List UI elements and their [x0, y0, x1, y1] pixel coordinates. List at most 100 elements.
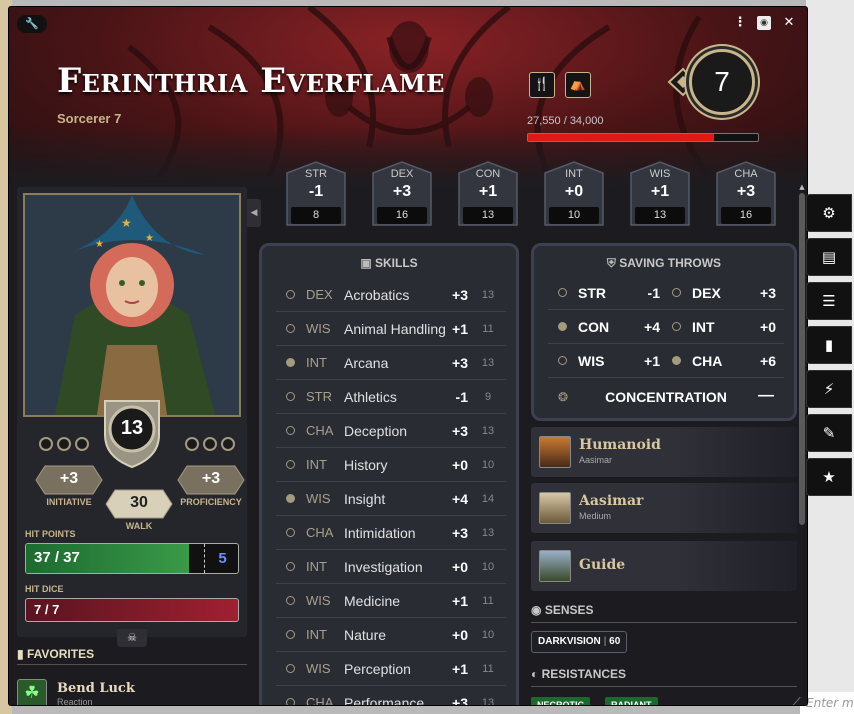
- hit-dice-bar[interactable]: 7 / 7: [25, 598, 239, 622]
- skill-ability[interactable]: CHA: [306, 695, 333, 705]
- proficiency-dot[interactable]: [286, 596, 295, 605]
- trait-card-aasimar[interactable]: Aasimar Medium: [531, 483, 797, 533]
- hit-points-bar[interactable]: 37 / 37 5: [25, 543, 239, 574]
- saving-throw-cha[interactable]: CHA: [692, 353, 722, 369]
- skill-row[interactable]: CHA Performance +3 13: [276, 686, 506, 705]
- character-portrait[interactable]: ★ ★ ★: [23, 193, 241, 417]
- walk-speed-badge[interactable]: 30: [105, 489, 173, 519]
- ability-dex[interactable]: DEX +3 16: [371, 161, 433, 227]
- skill-ability[interactable]: INT: [306, 355, 327, 370]
- skill-name[interactable]: Perception: [344, 661, 411, 677]
- ability-wis[interactable]: WIS +1 13: [629, 161, 691, 227]
- ability-str[interactable]: STR -1 8: [285, 161, 347, 227]
- menu-icon[interactable]: ⋮: [733, 16, 747, 30]
- skill-ability[interactable]: INT: [306, 627, 327, 642]
- proficiency-dot[interactable]: [286, 494, 295, 503]
- proficiency-dot[interactable]: [286, 392, 295, 401]
- scroll-up-icon[interactable]: ▲: [798, 183, 806, 191]
- proficiency-dot[interactable]: [286, 664, 295, 673]
- skill-row[interactable]: WIS Perception +1 11: [276, 652, 506, 686]
- proficiency-dot[interactable]: [672, 288, 681, 297]
- proficiency-dot[interactable]: [286, 630, 295, 639]
- wrench-icon[interactable]: 🔧: [17, 15, 47, 33]
- proficiency-dot[interactable]: [558, 322, 567, 331]
- skill-row[interactable]: INT Nature +0 10: [276, 618, 506, 652]
- fork-knife-icon[interactable]: 🍴: [529, 72, 555, 98]
- armor-class-badge[interactable]: 13: [101, 397, 163, 469]
- saving-throw-int[interactable]: INT: [692, 319, 715, 335]
- skill-row[interactable]: INT History +0 10: [276, 448, 506, 482]
- skill-row[interactable]: CHA Deception +3 13: [276, 414, 506, 448]
- resistance-chip[interactable]: RADIANT: [605, 697, 658, 705]
- skill-name[interactable]: History: [344, 457, 388, 473]
- death-save-failure[interactable]: [75, 437, 89, 451]
- skull-icon[interactable]: ☠: [117, 629, 147, 647]
- concentration-row[interactable]: ❂ CONCENTRATION —: [548, 382, 784, 412]
- death-save-success[interactable]: [203, 437, 217, 451]
- skill-name[interactable]: Deception: [344, 423, 407, 439]
- tab-settings[interactable]: ⚙: [806, 194, 852, 232]
- collapse-sidebar-button[interactable]: ◀: [247, 199, 261, 227]
- character-name[interactable]: Ferinthria Everflame: [57, 61, 445, 101]
- death-save-success[interactable]: [221, 437, 235, 451]
- proficiency-badge[interactable]: +3: [177, 465, 245, 495]
- trait-card-guide[interactable]: Guide: [531, 541, 797, 591]
- saving-throw-dex[interactable]: DEX: [692, 285, 721, 301]
- proficiency-dot[interactable]: [286, 324, 295, 333]
- saving-throw-str[interactable]: STR: [578, 285, 606, 301]
- resize-handle-icon[interactable]: ⟋: [793, 695, 807, 705]
- chat-input[interactable]: Enter m: [800, 692, 854, 714]
- tab-effects[interactable]: ⚡: [806, 370, 852, 408]
- temp-hit-points[interactable]: 5: [204, 544, 238, 573]
- skill-row[interactable]: WIS Animal Handling +1 11: [276, 312, 506, 346]
- skill-ability[interactable]: WIS: [306, 491, 331, 506]
- favorite-item[interactable]: ☘ Bend Luck Reaction: [17, 677, 247, 705]
- skill-row[interactable]: DEX Acrobatics +3 13: [276, 278, 506, 312]
- proficiency-dot[interactable]: [286, 562, 295, 571]
- skill-ability[interactable]: WIS: [306, 661, 331, 676]
- skill-row[interactable]: CHA Intimidation +3 13: [276, 516, 506, 550]
- skill-ability[interactable]: CHA: [306, 525, 333, 540]
- skill-ability[interactable]: INT: [306, 559, 327, 574]
- skill-ability[interactable]: STR: [306, 389, 332, 404]
- sense-chip[interactable]: DARKVISION | 60: [531, 631, 628, 653]
- ability-int[interactable]: INT +0 10: [543, 161, 605, 227]
- skill-name[interactable]: Intimidation: [344, 525, 416, 541]
- tab-biography[interactable]: ✎: [806, 414, 852, 452]
- initiative-badge[interactable]: +3: [35, 465, 103, 495]
- skill-name[interactable]: Acrobatics: [344, 287, 409, 303]
- close-button[interactable]: ✕: [782, 16, 796, 30]
- tent-icon[interactable]: ⛺: [565, 72, 591, 98]
- skill-name[interactable]: Insight: [344, 491, 385, 507]
- level-badge[interactable]: 7: [665, 47, 761, 119]
- proficiency-dot[interactable]: [286, 290, 295, 299]
- saving-throw-wis[interactable]: WIS: [578, 353, 604, 369]
- skill-row[interactable]: STR Athletics -1 9: [276, 380, 506, 414]
- skill-ability[interactable]: WIS: [306, 593, 331, 608]
- tab-inventory[interactable]: ▤: [806, 238, 852, 276]
- saving-throw-con[interactable]: CON: [578, 319, 609, 335]
- death-save-failure[interactable]: [57, 437, 71, 451]
- skill-ability[interactable]: CHA: [306, 423, 333, 438]
- skill-ability[interactable]: WIS: [306, 321, 331, 336]
- trait-card-humanoid[interactable]: Humanoid Aasimar: [531, 427, 797, 477]
- proficiency-dot[interactable]: [558, 356, 567, 365]
- proficiency-dot[interactable]: [286, 460, 295, 469]
- ability-cha[interactable]: CHA +3 16: [715, 161, 777, 227]
- tab-specials[interactable]: ★: [806, 458, 852, 496]
- scrollbar[interactable]: [799, 193, 805, 525]
- skill-name[interactable]: Arcana: [344, 355, 388, 371]
- skill-ability[interactable]: DEX: [306, 287, 333, 302]
- death-save-success[interactable]: [185, 437, 199, 451]
- proficiency-dot[interactable]: [558, 288, 567, 297]
- skill-name[interactable]: Performance: [344, 695, 424, 705]
- skill-name[interactable]: Athletics: [344, 389, 397, 405]
- xp-bar[interactable]: [527, 133, 759, 142]
- tab-spells[interactable]: ▮: [806, 326, 852, 364]
- skill-name[interactable]: Investigation: [344, 559, 423, 575]
- skill-ability[interactable]: INT: [306, 457, 327, 472]
- proficiency-dot[interactable]: [286, 358, 295, 367]
- proficiency-dot[interactable]: [286, 698, 295, 705]
- proficiency-dot[interactable]: [672, 356, 681, 365]
- skill-name[interactable]: Nature: [344, 627, 386, 643]
